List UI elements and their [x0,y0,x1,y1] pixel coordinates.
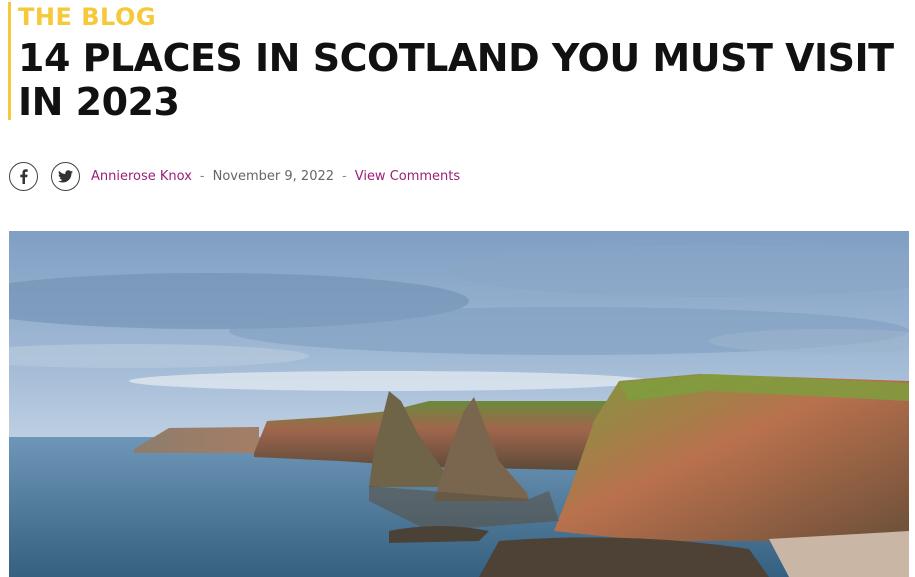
view-comments-link[interactable]: View Comments [355,169,460,184]
post-title: 14 PLACES IN SCOTLAND YOU MUST VISIT IN … [18,36,894,124]
accent-bar [8,2,11,120]
meta-separator: - [199,168,205,184]
post-meta: Annierose Knox - November 9, 2022 - View… [9,160,460,192]
facebook-share-button[interactable] [9,161,38,191]
meta-separator: - [342,168,347,184]
author-link[interactable]: Annierose Knox [91,169,192,184]
section-kicker[interactable]: THE BLOG [18,2,156,32]
twitter-icon [58,169,73,183]
facebook-icon [19,168,28,184]
hero-image [9,231,909,577]
twitter-share-button[interactable] [51,161,80,191]
post-header: THE BLOG 14 PLACES IN SCOTLAND YOU MUST … [0,0,915,125]
post-date: November 9, 2022 [212,168,335,184]
